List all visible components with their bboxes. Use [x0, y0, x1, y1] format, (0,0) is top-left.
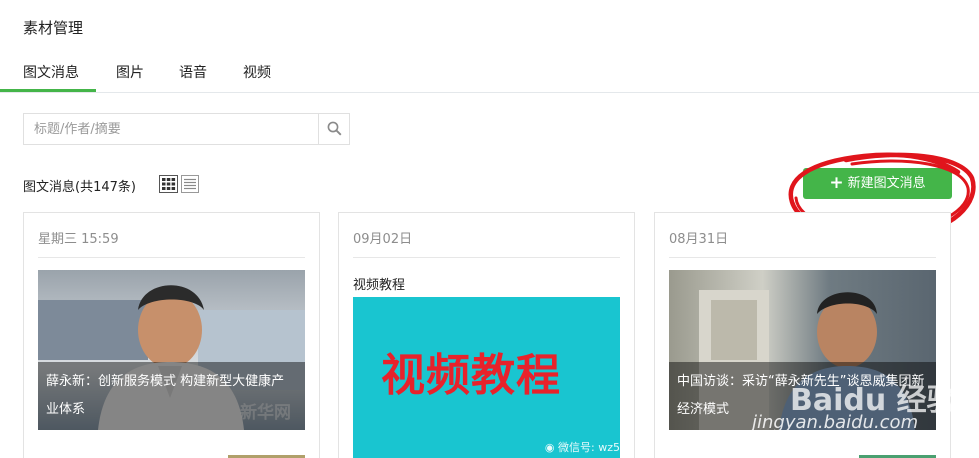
search-icon [327, 121, 342, 136]
card-date: 星期三 15:59 [38, 232, 119, 247]
card-date: 08月31日 [669, 232, 729, 247]
tab-images[interactable]: 图片 [116, 62, 144, 82]
tab-bar: 图文消息 图片 语音 视频 [0, 58, 979, 93]
card-thumbnail: 新华网 薛永新：创新服务模式 构建新型大健康产业体系 [38, 270, 305, 430]
card-thumbnail: 视频教程 ◉ 微信号: wz5 [353, 297, 620, 458]
card-divider [38, 257, 305, 258]
wechat-id: 微信号: wz5 [558, 441, 620, 454]
page-title: 素材管理 [23, 19, 84, 37]
search-input[interactable] [24, 114, 318, 144]
plus-icon: + [829, 173, 844, 193]
wechat-icon: ◉ [544, 441, 559, 454]
tab-video[interactable]: 视频 [243, 62, 271, 82]
list-view-toggle[interactable] [181, 175, 199, 193]
wechat-watermark: ◉ 微信号: wz5 [545, 439, 620, 455]
news-card[interactable]: 星期三 15:59 新华网 薛永新：创新服务模式 构建新型大健康产业体系 [23, 212, 320, 458]
card-date: 09月02日 [353, 232, 413, 247]
grid-view-icon [162, 178, 176, 190]
list-view-icon [184, 178, 196, 190]
card-title: 视频教程 [353, 278, 406, 293]
card-divider [353, 257, 620, 258]
tab-voice[interactable]: 语音 [179, 62, 207, 82]
count-label: 图文消息(共147条) [23, 180, 136, 195]
new-news-button-label: 新建图文消息 [847, 176, 926, 191]
card-caption: 薛永新：创新服务模式 构建新型大健康产业体系 [38, 362, 305, 430]
thumbnail-title: 视频教程 [381, 350, 561, 401]
tab-news[interactable]: 图文消息 [0, 62, 96, 92]
watermark-url: jingyan.baidu.com [752, 412, 919, 433]
grid-view-toggle[interactable] [159, 175, 178, 193]
news-card[interactable]: 09月02日 视频教程 视频教程 ◉ 微信号: wz5 [338, 212, 635, 458]
search-button[interactable] [318, 114, 349, 144]
card-divider [669, 257, 936, 258]
search-box [23, 113, 350, 145]
new-news-button[interactable]: + 新建图文消息 [803, 168, 952, 199]
